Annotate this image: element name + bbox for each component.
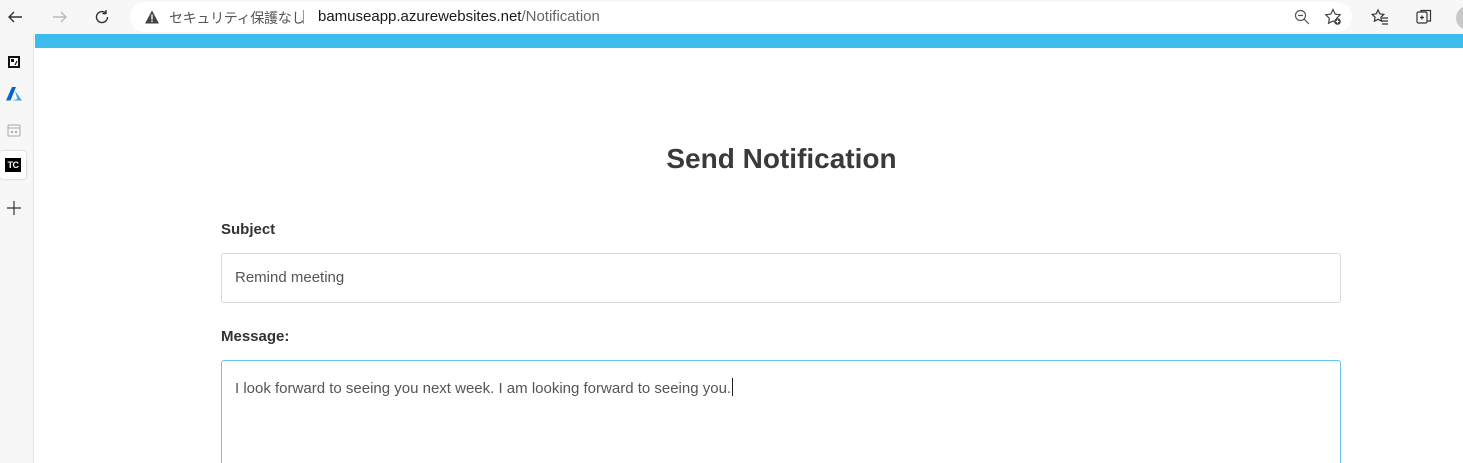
url-host: bamuseapp.azurewebsites.net	[318, 8, 522, 25]
page-header-bar	[35, 34, 1463, 48]
add-icon	[7, 201, 21, 215]
page-title: Send Notification	[666, 143, 897, 174]
browser-toolbar: セキュリティ保護なし bamuseapp.azurewebsites.net/N…	[0, 0, 1463, 34]
message-textarea-value: I look forward to seeing you next week. …	[235, 380, 732, 397]
security-status[interactable]: セキュリティ保護なし	[169, 8, 305, 28]
subject-input-value: Remind meeting	[235, 269, 345, 286]
refresh-icon	[95, 10, 109, 24]
url-text[interactable]: bamuseapp.azurewebsites.net/Notification	[318, 8, 600, 25]
azure-icon	[6, 87, 22, 101]
back-icon	[8, 11, 22, 23]
app-icon	[8, 56, 20, 68]
address-bar[interactable]: セキュリティ保護なし bamuseapp.azurewebsites.net/N…	[130, 2, 1352, 32]
warning-icon	[145, 10, 159, 24]
sidebar-item-tc[interactable]: TC	[0, 151, 26, 179]
profile-icon[interactable]	[1456, 6, 1463, 30]
subject-input[interactable]: Remind meeting	[221, 253, 1341, 303]
url-path: /Notification	[521, 8, 600, 25]
sidebar-item-calendar[interactable]	[2, 118, 26, 142]
sidebar-add-button[interactable]	[2, 196, 26, 220]
address-separator	[303, 10, 304, 24]
subject-label: Subject	[221, 221, 276, 238]
back-button[interactable]	[0, 2, 30, 32]
add-favorite-icon[interactable]	[1324, 8, 1342, 26]
text-cursor	[732, 378, 734, 396]
refresh-button[interactable]	[87, 2, 117, 32]
sidebar-item-azure[interactable]	[2, 82, 26, 106]
browser-sidebar: TC	[0, 34, 34, 463]
tc-icon: TC	[5, 158, 21, 172]
favorites-icon	[1371, 8, 1388, 25]
calendar-icon	[7, 124, 21, 137]
forward-icon	[53, 11, 67, 23]
message-label: Message:	[221, 328, 290, 345]
collections-icon	[1416, 9, 1432, 24]
zoom-out-icon[interactable]	[1294, 9, 1310, 25]
favorites-button[interactable]	[1365, 2, 1395, 32]
sidebar-item-app[interactable]	[2, 50, 26, 74]
forward-button[interactable]	[45, 2, 75, 32]
collections-button[interactable]	[1409, 2, 1439, 32]
message-textarea[interactable]: I look forward to seeing you next week. …	[221, 360, 1341, 463]
